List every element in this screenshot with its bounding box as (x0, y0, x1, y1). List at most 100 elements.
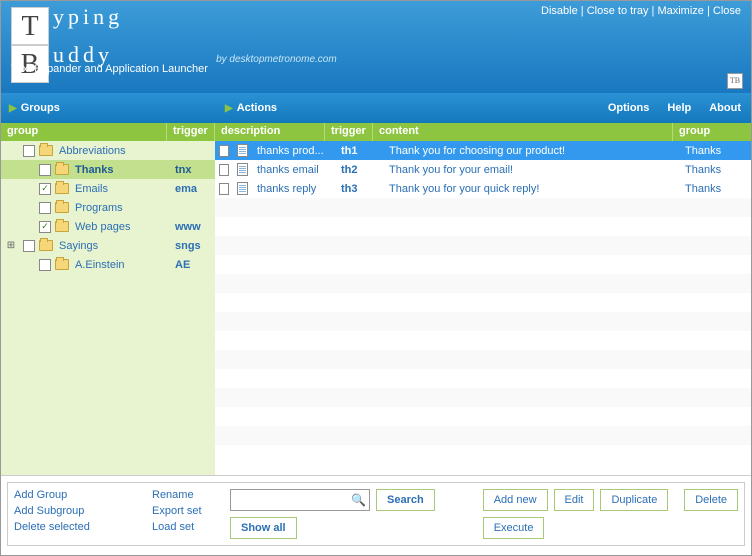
execute-button[interactable]: Execute (483, 517, 545, 539)
action-trigger: th1 (335, 145, 383, 157)
col-action-group[interactable]: group (673, 123, 751, 141)
tree-item[interactable]: Abbreviations (1, 141, 215, 160)
tree-item-label: Emails (75, 183, 175, 195)
search-input[interactable] (230, 489, 370, 511)
tree-item-trigger: tnx (175, 164, 215, 176)
tree-item[interactable]: Thankstnx (1, 160, 215, 179)
col-trigger[interactable]: trigger (167, 123, 215, 141)
empty-row (215, 369, 751, 388)
close-to-tray-link[interactable]: Close to tray (587, 5, 649, 17)
edit-button[interactable]: Edit (554, 489, 595, 511)
tree-item-label: Abbreviations (59, 145, 175, 157)
title-bar: Disable | Close to tray | Maximize | Clo… (1, 1, 751, 93)
footer: Add Group Add Subgroup Delete selected R… (1, 475, 751, 555)
tree-item[interactable]: ⊞ Sayingssngs (1, 236, 215, 255)
tree-item[interactable]: Programs (1, 198, 215, 217)
tree-item-trigger: www (175, 221, 215, 233)
tray-icon[interactable]: TB (727, 73, 743, 89)
checkbox[interactable] (39, 164, 51, 176)
tree-item-label: Sayings (59, 240, 175, 252)
menu-about[interactable]: About (709, 102, 741, 114)
load-set-link[interactable]: Load set (152, 521, 222, 533)
logo-byline: by desktopmetronome.com (216, 54, 337, 65)
checkbox[interactable] (39, 259, 51, 271)
export-set-link[interactable]: Export set (152, 505, 222, 517)
action-content: Thank you for choosing our product! (383, 145, 679, 157)
tree-item-label: A.Einstein (75, 259, 175, 271)
column-headers: group trigger description trigger conten… (1, 123, 751, 141)
search-button[interactable]: Search (376, 489, 435, 511)
tree-item-trigger: sngs (175, 240, 215, 252)
empty-row (215, 388, 751, 407)
tree-item-label: Thanks (75, 164, 175, 176)
empty-row (215, 312, 751, 331)
logo-letter-t: T (11, 7, 49, 45)
tree-item-trigger: ema (175, 183, 215, 195)
empty-row (215, 331, 751, 350)
action-row[interactable]: thanks replyth3Thank you for your quick … (215, 179, 751, 198)
col-content[interactable]: content (373, 123, 673, 141)
maximize-link[interactable]: Maximize (657, 5, 703, 17)
footer-group-commands: Add Group Add Subgroup Delete selected (14, 489, 144, 539)
action-description: thanks email (251, 164, 335, 176)
footer-delete-area: Delete (684, 489, 738, 539)
main-area: AbbreviationsThankstnx✓EmailsemaPrograms… (1, 141, 751, 475)
add-subgroup-link[interactable]: Add Subgroup (14, 505, 144, 517)
actions-list: thanks prod...th1Thank you for choosing … (215, 141, 751, 475)
checkbox[interactable] (23, 240, 35, 252)
checkbox[interactable]: ✓ (39, 183, 51, 195)
action-content: Thank you for your quick reply! (383, 183, 679, 195)
duplicate-button[interactable]: Duplicate (600, 489, 668, 511)
disable-link[interactable]: Disable (541, 5, 578, 17)
tree-item[interactable]: ✓Web pageswww (1, 217, 215, 236)
document-icon (237, 163, 248, 176)
checkbox[interactable] (39, 202, 51, 214)
delete-button[interactable]: Delete (684, 489, 738, 511)
menu-options[interactable]: Options (608, 102, 650, 114)
footer-search-area: 🔍 Search Show all (230, 489, 435, 539)
app-window: Disable | Close to tray | Maximize | Clo… (0, 0, 752, 556)
document-icon (237, 144, 248, 157)
action-row[interactable]: thanks prod...th1Thank you for choosing … (215, 141, 751, 160)
menu-groups[interactable]: ▶ Groups (1, 102, 217, 114)
tree-item-label: Programs (75, 202, 175, 214)
menubar: ▶ Groups ▶ Actions Options Help About (1, 93, 751, 123)
action-row[interactable]: thanks emailth2Thank you for your email!… (215, 160, 751, 179)
empty-row (215, 236, 751, 255)
checkbox[interactable] (219, 145, 229, 157)
chevron-right-icon: ▶ (9, 103, 17, 114)
tree-item[interactable]: ✓ Emailsema (1, 179, 215, 198)
col-group[interactable]: group (1, 123, 167, 141)
empty-row (215, 426, 751, 445)
add-group-link[interactable]: Add Group (14, 489, 144, 501)
action-description: thanks prod... (251, 145, 335, 157)
col-action-trigger[interactable]: trigger (325, 123, 373, 141)
folder-icon (55, 221, 69, 232)
expander-icon[interactable]: ⊞ (3, 240, 19, 251)
folder-icon (39, 240, 53, 251)
menu-help[interactable]: Help (667, 102, 691, 114)
action-group: Thanks (679, 164, 751, 176)
empty-row (215, 350, 751, 369)
rename-link[interactable]: Rename (152, 489, 222, 501)
search-icon: 🔍 (351, 493, 366, 507)
action-group: Thanks (679, 145, 751, 157)
tree-item[interactable]: A.EinsteinAE (1, 255, 215, 274)
checkbox[interactable] (219, 164, 229, 176)
menu-actions[interactable]: ▶ Actions (217, 102, 285, 114)
checkbox[interactable]: ✓ (39, 221, 51, 233)
checkbox[interactable] (23, 145, 35, 157)
checkbox[interactable] (219, 183, 229, 195)
show-all-button[interactable]: Show all (230, 517, 297, 539)
empty-row (215, 217, 751, 236)
delete-selected-link[interactable]: Delete selected (14, 521, 144, 533)
empty-row (215, 198, 751, 217)
col-description[interactable]: description (215, 123, 325, 141)
folder-icon (39, 145, 53, 156)
action-trigger: th2 (335, 164, 383, 176)
chevron-right-icon: ▶ (225, 103, 233, 114)
tagline: Text Expander and Application Launcher (11, 63, 208, 75)
empty-row (215, 293, 751, 312)
add-new-button[interactable]: Add new (483, 489, 548, 511)
close-link[interactable]: Close (713, 5, 741, 17)
